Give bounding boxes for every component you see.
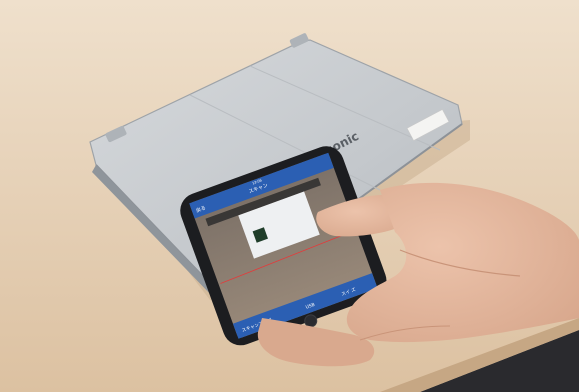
scene-svg: Panasonic 戻る スキャン 13:06 スキャンアップ USB スイ ズ xyxy=(0,0,579,392)
photo-scene: Panasonic 戻る スキャン 13:06 スキャンアップ USB スイ ズ xyxy=(0,0,579,392)
